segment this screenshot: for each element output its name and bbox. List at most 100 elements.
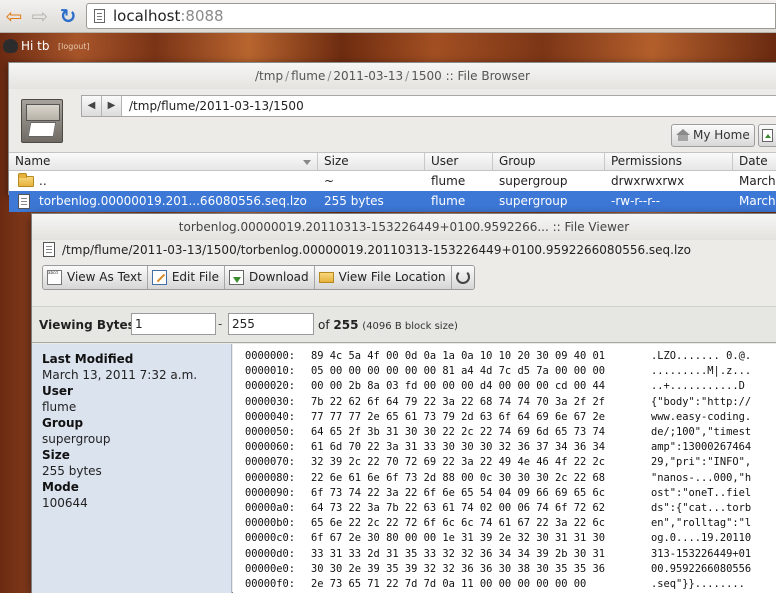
hex-offset: 00000c0: bbox=[245, 532, 296, 545]
hex-bytes: 7b 22 62 6f 64 79 22 3a 22 68 74 74 70 3… bbox=[311, 395, 606, 408]
hex-offset: 00000b0: bbox=[245, 517, 296, 530]
byte-start-input[interactable] bbox=[131, 313, 216, 335]
edit-file-button[interactable]: Edit File bbox=[147, 266, 225, 289]
file-viewer-window: torbenlog.00000019.20110313-153226449+01… bbox=[31, 213, 776, 593]
hex-bytes: 65 6e 22 2c 22 72 6f 6c 6c 74 61 67 22 3… bbox=[311, 517, 606, 530]
meta-label: Size bbox=[42, 448, 70, 462]
url-text[interactable]: localhost:8088 bbox=[113, 7, 224, 25]
my-home-label: My Home bbox=[693, 128, 750, 142]
download-label: Download bbox=[248, 270, 309, 284]
row-date: March bbox=[739, 174, 776, 188]
file-viewer-toolbar: abcd View As Text Edit File Download Vie… bbox=[42, 265, 475, 290]
file-icon bbox=[43, 242, 55, 257]
meta-value: flume bbox=[42, 400, 77, 414]
col-name[interactable]: Name bbox=[9, 153, 318, 170]
hex-ascii: "nanos-...000,"h bbox=[651, 471, 752, 484]
col-group[interactable]: Group bbox=[493, 153, 605, 170]
hex-offset: 00000d0: bbox=[245, 547, 296, 560]
hex-offset: 0000040: bbox=[245, 410, 296, 423]
path-back-icon[interactable]: ◀ bbox=[82, 96, 102, 116]
file-viewer-path: /tmp/flume/2011-03-13/1500/torbenlog.000… bbox=[62, 243, 691, 257]
user-icon bbox=[3, 39, 18, 53]
url-bar[interactable]: localhost:8088 bbox=[86, 3, 776, 29]
text-document-icon: abcd bbox=[47, 270, 62, 285]
hex-offset: 00000a0: bbox=[245, 502, 296, 514]
folder-icon bbox=[318, 272, 334, 283]
hex-ascii: .seq"}}........ bbox=[651, 578, 745, 590]
hex-offset: 0000080: bbox=[245, 471, 296, 484]
hex-bytes: 05 00 00 00 00 00 00 81 a4 4d 7c d5 7a 0… bbox=[311, 365, 606, 378]
title-crumb-hour[interactable]: 1500 bbox=[411, 69, 442, 83]
hex-bytes: 61 6d 70 22 3a 31 33 30 30 30 32 36 37 3… bbox=[311, 441, 606, 454]
hex-bytes: 6f 73 74 22 3a 22 6f 6e 65 54 04 09 66 6… bbox=[311, 486, 606, 499]
view-file-location-button[interactable]: View File Location bbox=[314, 266, 452, 289]
view-as-text-button[interactable]: abcd View As Text bbox=[43, 266, 148, 289]
row-name[interactable]: .. bbox=[33, 171, 318, 192]
col-permissions[interactable]: Permissions bbox=[605, 153, 733, 170]
hex-offset: 0000010: bbox=[245, 365, 296, 378]
hex-ascii: 29,"pri":"INFO", bbox=[651, 456, 752, 469]
meta-label: User bbox=[42, 384, 73, 398]
title-sep: / bbox=[285, 69, 290, 83]
hex-bytes: 33 31 33 2d 31 35 33 32 32 36 34 34 39 2… bbox=[311, 547, 606, 560]
user-greeting: Hi tb bbox=[21, 39, 50, 53]
home-icon bbox=[676, 129, 690, 141]
hex-bytes: 30 30 2e 39 35 39 32 32 36 36 30 38 30 3… bbox=[311, 562, 606, 575]
file-icon bbox=[18, 194, 30, 209]
path-forward-icon[interactable]: ▶ bbox=[102, 96, 122, 116]
path-bar[interactable]: ◀ ▶ /tmp/flume/2011-03-13/1500 bbox=[81, 95, 776, 117]
my-home-button[interactable]: My Home bbox=[671, 124, 755, 147]
meta-label: Mode bbox=[42, 480, 79, 494]
title-crumb-flume[interactable]: flume bbox=[291, 69, 325, 83]
forward-arrow-icon[interactable]: ⇨ bbox=[28, 4, 52, 28]
block-size: (4096 B block size) bbox=[362, 321, 458, 332]
upload-button[interactable]: U bbox=[758, 124, 776, 147]
col-group-label: Group bbox=[499, 154, 536, 168]
hex-dump-panel: 0000000: 89 4c 5a 4f 00 0d 0a 1a 0a 10 10… bbox=[233, 344, 776, 593]
hex-ascii: {"body":"http:// bbox=[651, 395, 752, 408]
hex-offset: 0000050: bbox=[245, 426, 296, 438]
hex-offset: 00000e0: bbox=[245, 562, 296, 575]
back-arrow-icon[interactable]: ⇦ bbox=[2, 4, 26, 28]
hex-bytes: 64 73 22 3a 7b 22 63 61 74 02 00 06 74 6… bbox=[311, 502, 606, 514]
hex-offset: 0000020: bbox=[245, 380, 296, 393]
file-browser-title[interactable]: /tmp / flume/2011-03-13/1500 :: File Brows… bbox=[9, 63, 776, 89]
edit-file-label: Edit File bbox=[171, 270, 219, 284]
title-app-name: :: File Browser bbox=[441, 69, 530, 83]
path-text[interactable]: /tmp/flume/2011-03-13/1500 bbox=[129, 99, 304, 113]
title-crumb-tmp[interactable]: tmp bbox=[259, 69, 283, 83]
hex-ascii: de/;100","timest bbox=[651, 426, 752, 438]
title-crumb-date[interactable]: 2011-03-13 bbox=[333, 69, 403, 83]
col-date[interactable]: Date bbox=[733, 153, 776, 170]
hex-ascii: .........M|.z... bbox=[651, 365, 752, 378]
hex-offset: 0000030: bbox=[245, 395, 296, 408]
of-label: of bbox=[318, 318, 330, 332]
meta-value: 255 bytes bbox=[42, 464, 102, 478]
hex-ascii: amp":13000267464 bbox=[651, 441, 752, 454]
column-header: Name Size User Group Permissions Date bbox=[9, 152, 776, 171]
hex-bytes: 64 65 2f 3b 31 30 30 22 2c 22 74 69 6d 6… bbox=[311, 426, 606, 438]
file-cabinet-icon bbox=[21, 99, 63, 143]
col-size[interactable]: Size bbox=[318, 153, 425, 170]
sort-arrow-icon[interactable] bbox=[303, 160, 311, 165]
row-size: ~ bbox=[324, 174, 335, 188]
file-viewer-title[interactable]: torbenlog.00000019.20110313-153226449+01… bbox=[32, 214, 776, 240]
logout-link[interactable]: [logout] bbox=[58, 42, 90, 51]
viewing-bytes-label: Viewing Bytes: bbox=[39, 318, 140, 332]
row-name[interactable]: torbenlog.00000019.201...66080556.seq.lz… bbox=[33, 191, 318, 212]
hex-ascii: en","rolltag":"l bbox=[651, 517, 752, 530]
hex-bytes: 6f 67 2e 30 80 00 00 1e 31 39 2e 32 30 3… bbox=[311, 532, 606, 545]
reload-icon[interactable]: ↻ bbox=[56, 4, 80, 28]
row-permissions: -rw-r--r-- bbox=[611, 194, 661, 208]
table-row-parent-dir[interactable]: .. ~ flume supergroup drwxrwxrwx March bbox=[9, 171, 776, 192]
browser-toolbar: ⇦ ⇨ ↻ localhost:8088 bbox=[0, 0, 776, 33]
table-row-selected-file[interactable]: torbenlog.00000019.201...66080556.seq.lz… bbox=[9, 191, 776, 212]
refresh-button[interactable] bbox=[451, 266, 474, 289]
url-port: :8088 bbox=[180, 7, 224, 25]
col-user[interactable]: User bbox=[425, 153, 493, 170]
byte-end-input[interactable] bbox=[228, 313, 314, 335]
file-metadata-panel: Last Modified March 13, 2011 7:32 a.m. U… bbox=[32, 344, 232, 593]
download-button[interactable]: Download bbox=[224, 266, 315, 289]
hex-bytes: 00 00 2b 8a 03 fd 00 00 00 d4 00 00 00 c… bbox=[311, 380, 606, 393]
page-icon bbox=[94, 9, 105, 23]
